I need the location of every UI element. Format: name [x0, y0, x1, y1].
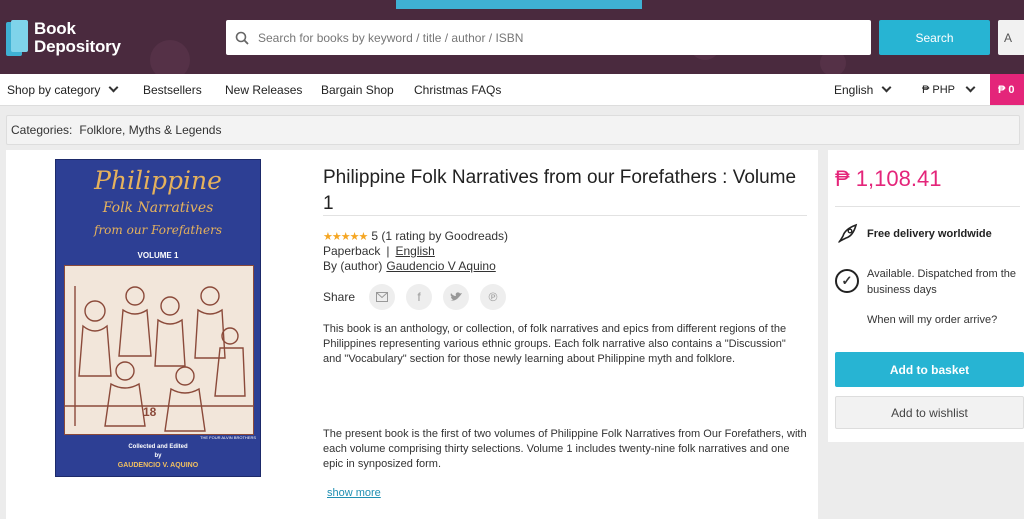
account-button[interactable]: A	[998, 20, 1024, 55]
breadcrumb-label: Categories:	[11, 123, 73, 137]
cover-credit1: Collected and Edited	[128, 444, 188, 450]
cover-title-line1: Philippine	[94, 166, 222, 195]
availability-info: ✓ Available. Dispatched from the busines…	[835, 266, 1019, 298]
description-paragraph-1: This book is an anthology, or collection…	[323, 323, 787, 365]
svg-text:18: 18	[143, 405, 157, 419]
rating-text[interactable]: 5 (1 rating by Goodreads)	[371, 229, 508, 243]
pinterest-icon[interactable]: ℗	[480, 284, 507, 310]
email-icon[interactable]	[369, 284, 396, 310]
book-title: Philippine Folk Narratives from our Fore…	[323, 167, 797, 214]
cover-illustration: 18	[64, 265, 254, 435]
delivery-text: Free delivery worldwide	[867, 228, 992, 240]
cover-title-line2: Folk Narratives	[102, 200, 214, 216]
breadcrumb: Categories: Folklore, Myths & Legends	[6, 115, 1020, 145]
nav-bestsellers[interactable]: Bestsellers	[143, 74, 202, 105]
format-separator: |	[386, 244, 390, 258]
cover-credit2: by	[154, 453, 162, 459]
cover-title-line3: from our Forefathers	[94, 223, 222, 237]
star-rating-icon: ★★★★★	[323, 230, 368, 243]
cover-credit3: GAUDENCIO V. AQUINO	[117, 462, 199, 469]
promo-banner[interactable]	[396, 0, 642, 9]
main-nav: Shop by category Bestsellers New Release…	[0, 74, 1024, 106]
order-arrival-link[interactable]: When will my order arrive?	[867, 314, 997, 326]
currency-select[interactable]: ₱ PHP	[922, 74, 976, 105]
divider	[835, 206, 1020, 207]
search-bar	[226, 20, 871, 55]
cover-publisher: THE FOUR ALVIN BROTHERS	[200, 435, 256, 440]
language-label: English	[834, 82, 874, 97]
book-price: ₱ 1,108.41	[835, 166, 942, 191]
rating-row: ★★★★★ 5 (1 rating by Goodreads)	[323, 229, 508, 243]
currency-label: ₱ PHP	[922, 83, 956, 96]
search-icon	[226, 31, 258, 45]
facebook-icon[interactable]: f	[406, 284, 433, 310]
share-label: Share	[323, 290, 356, 304]
delivery-info: Free delivery worldwide	[835, 222, 992, 246]
site-logo[interactable]: Book Depository	[6, 20, 121, 56]
divider	[323, 215, 807, 216]
breadcrumb-category-link[interactable]: Folklore, Myths & Legends	[79, 123, 221, 137]
logo-line1: Book	[34, 19, 76, 38]
chevron-down-icon	[881, 82, 892, 93]
share-row: Share f ℗	[323, 284, 517, 310]
add-to-basket-button[interactable]: Add to basket	[835, 352, 1024, 387]
author-prefix: By (author)	[323, 259, 383, 273]
format-row: Paperback | English	[323, 244, 435, 258]
nav-bargain-shop[interactable]: Bargain Shop	[321, 74, 394, 105]
cover-volume: VOLUME 1	[137, 251, 179, 260]
language-select[interactable]: English	[834, 74, 892, 105]
nav-shop-label: Shop by category	[7, 82, 101, 97]
availability-text: Available. Dispatched from the business …	[867, 268, 1016, 296]
decoration	[150, 40, 190, 74]
nav-christmas-faqs[interactable]: Christmas FAQs	[414, 74, 501, 105]
basket-button[interactable]: ₱ 0	[990, 74, 1024, 105]
author-row: By (author) Gaudencio V Aquino	[323, 259, 496, 273]
format-label: Paperback	[323, 244, 381, 258]
check-circle-icon: ✓	[835, 269, 859, 293]
book-cover-image: Philippine Folk Narratives from our Fore…	[55, 159, 261, 477]
chevron-down-icon	[965, 82, 976, 93]
twitter-icon[interactable]	[443, 284, 470, 310]
nav-new-releases[interactable]: New Releases	[225, 74, 302, 105]
book-logo-icon	[6, 20, 28, 56]
add-to-wishlist-button[interactable]: Add to wishlist	[835, 396, 1024, 429]
chevron-down-icon	[108, 82, 119, 93]
language-link[interactable]: English	[396, 244, 435, 258]
nav-shop-by-category[interactable]: Shop by category	[7, 74, 119, 105]
author-link[interactable]: Gaudencio V Aquino	[386, 259, 495, 273]
rocket-icon	[835, 222, 859, 246]
description-paragraph-2: The present book is the first of two vol…	[323, 428, 807, 470]
search-button[interactable]: Search	[879, 20, 990, 55]
logo-line2: Depository	[34, 37, 121, 56]
search-input[interactable]	[258, 30, 858, 45]
show-more-link[interactable]: show more	[327, 487, 381, 499]
